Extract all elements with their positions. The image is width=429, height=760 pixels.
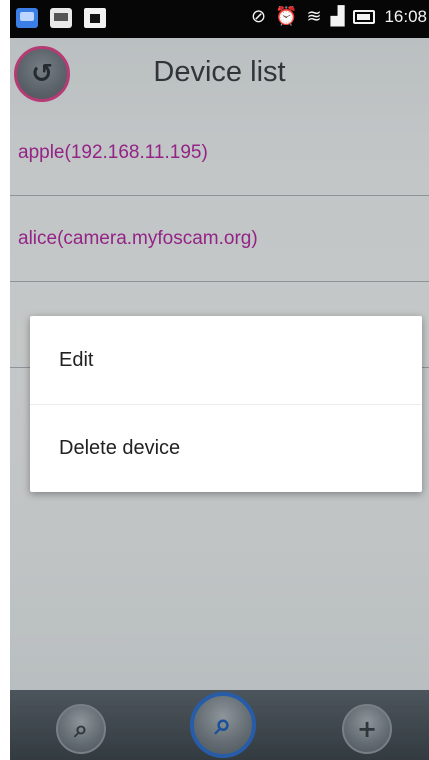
status-time: 16:08	[384, 7, 427, 26]
menu-item-edit[interactable]: Edit	[30, 316, 422, 404]
menu-item-delete-device[interactable]: Delete device	[30, 404, 422, 492]
status-right-icons: ⊘ ⏰ ≋ ▟ 16:08	[251, 6, 427, 28]
menu-item-label: Delete device	[59, 437, 181, 459]
status-bar: ⊘ ⏰ ≋ ▟ 16:08	[10, 0, 429, 38]
context-menu: Edit Delete device	[30, 316, 422, 492]
alarm-icon: ⏰	[275, 6, 298, 27]
wifi-icon: ≋	[306, 6, 322, 27]
battery-icon	[353, 10, 376, 24]
phone-screen: ⊘ ⏰ ≋ ▟ 16:08 ↺ Device list apple(192.16…	[10, 0, 429, 760]
image-icon	[50, 8, 72, 28]
signal-icon: ▟	[330, 6, 345, 27]
status-left-icons	[16, 8, 106, 28]
shopping-bag-icon	[84, 8, 106, 28]
menu-item-label: Edit	[59, 348, 94, 371]
notification-app-icon	[16, 8, 38, 28]
mute-icon: ⊘	[251, 6, 267, 27]
